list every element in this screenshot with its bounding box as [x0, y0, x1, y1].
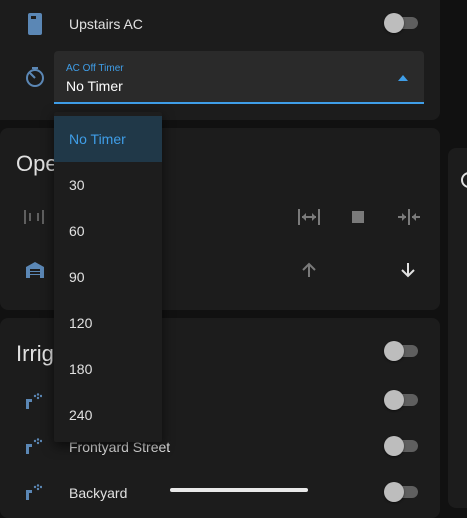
- ac-off-timer-select[interactable]: AC Off Timer No Timer: [54, 51, 424, 104]
- sprinkler-icon: [26, 484, 43, 505]
- timer-dropdown-menu: No Timer 30 60 90 120 180 240: [54, 112, 162, 442]
- partial-icon: [461, 172, 467, 193]
- sprinkler-icon: [26, 438, 43, 459]
- irrigation-row-label: Backyard: [69, 485, 128, 501]
- menu-option-label: 60: [69, 223, 85, 239]
- select-value: No Timer: [66, 78, 123, 94]
- menu-option-label: 240: [69, 407, 93, 423]
- select-floating-label: AC Off Timer: [66, 63, 124, 74]
- irrigation-row-3-toggle[interactable]: [384, 482, 420, 502]
- upstairs-ac-toggle[interactable]: [384, 13, 420, 33]
- menu-option-label: 180: [69, 361, 93, 377]
- door-sliding-icon: [22, 208, 46, 231]
- open-horizontal-icon[interactable]: [297, 208, 321, 231]
- menu-option-60[interactable]: 60: [54, 208, 162, 254]
- menu-option-30[interactable]: 30: [54, 162, 162, 208]
- irrigation-row-2-toggle[interactable]: [384, 436, 420, 456]
- menu-option-90[interactable]: 90: [54, 254, 162, 300]
- menu-option-120[interactable]: 120: [54, 300, 162, 346]
- arrow-up-icon[interactable]: [301, 262, 317, 283]
- garage-icon: [26, 262, 44, 283]
- menu-option-label: 120: [69, 315, 93, 331]
- home-indicator[interactable]: [170, 488, 308, 492]
- menu-option-label: 90: [69, 269, 85, 285]
- menu-option-240[interactable]: 240: [54, 392, 162, 438]
- irrigation-card-title: Irrig: [16, 341, 54, 366]
- stop-icon[interactable]: [352, 210, 364, 228]
- air-conditioner-icon: [27, 12, 43, 41]
- irrigation-row-1-toggle[interactable]: [384, 390, 420, 410]
- sprinkler-icon: [26, 393, 43, 414]
- menu-option-180[interactable]: 180: [54, 346, 162, 392]
- menu-option-label: 30: [69, 177, 85, 193]
- arrow-up-icon[interactable]: [398, 75, 408, 81]
- right-partial-card: [448, 148, 467, 508]
- arrow-down-icon[interactable]: [400, 262, 416, 283]
- opener-card-title: Ope: [16, 151, 58, 176]
- menu-option-label: No Timer: [69, 131, 126, 147]
- irrigation-master-toggle[interactable]: [384, 341, 420, 361]
- upstairs-ac-label: Upstairs AC: [69, 16, 143, 32]
- close-horizontal-icon[interactable]: [397, 208, 421, 231]
- menu-option-no-timer[interactable]: No Timer: [54, 116, 162, 162]
- timer-icon: [24, 66, 46, 93]
